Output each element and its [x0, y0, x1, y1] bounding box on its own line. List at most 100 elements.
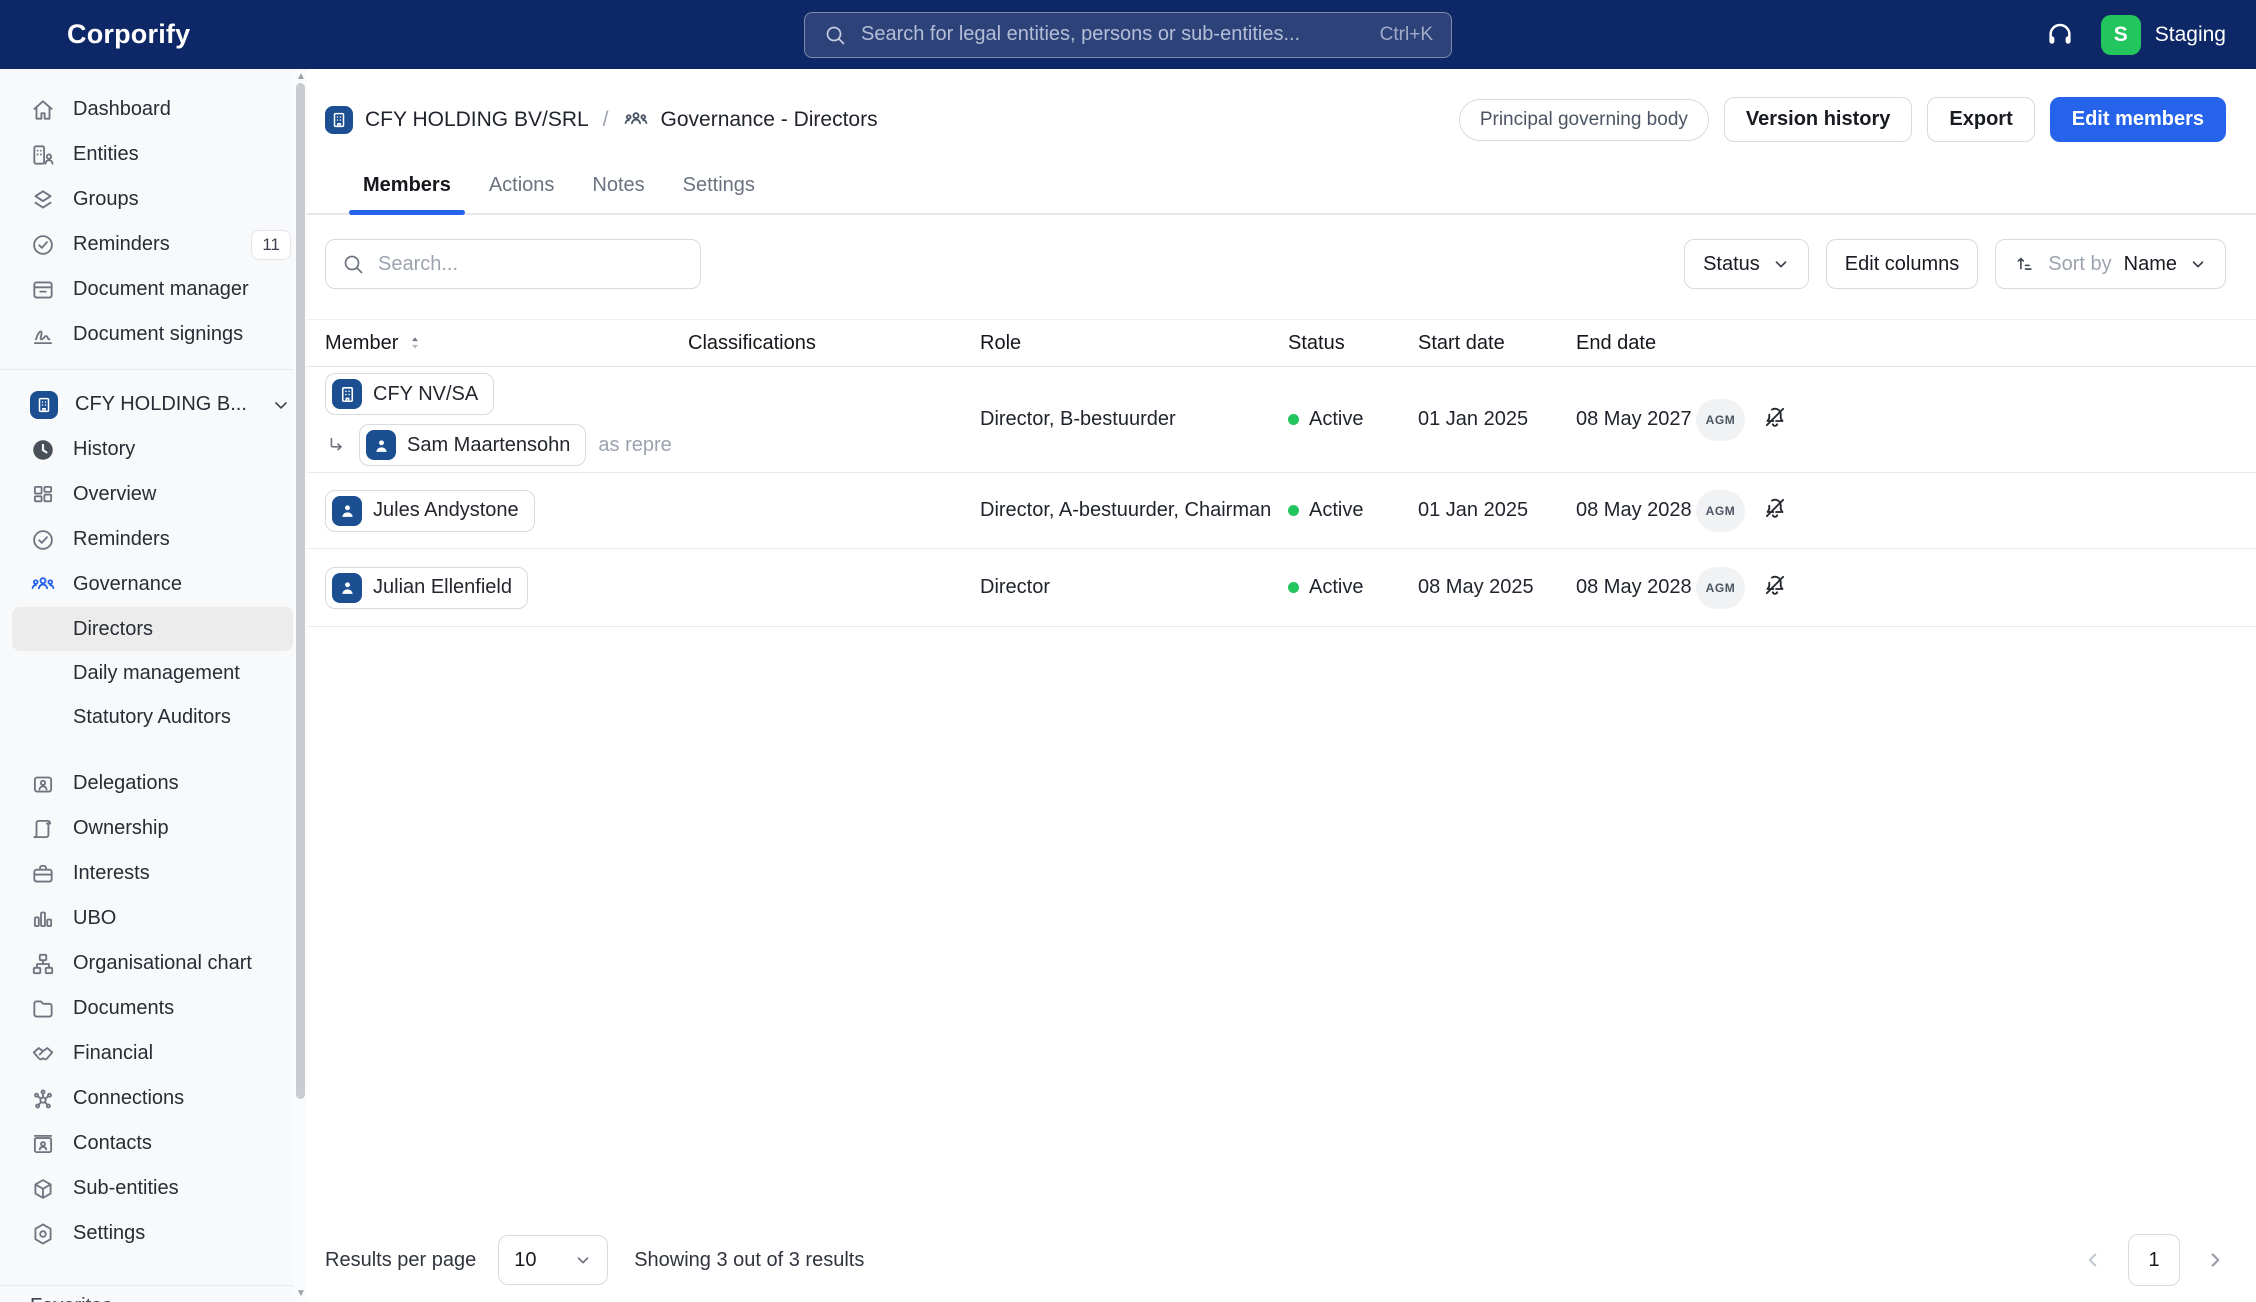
scrollbar-down-arrow[interactable]: ▼: [296, 1289, 305, 1299]
sidebar-item-label: History: [73, 438, 135, 461]
members-search-input[interactable]: [378, 253, 685, 276]
member-chip-person[interactable]: Julian Ellenfield: [325, 567, 528, 609]
main-content: CFY HOLDING BV/SRL / Governance - Direct…: [307, 69, 2256, 1302]
edit-columns-button[interactable]: Edit columns: [1826, 239, 1979, 289]
sidebar-item-reminders[interactable]: Reminders 11: [0, 222, 307, 267]
sort-by-dropdown[interactable]: Sort by Name: [1995, 239, 2226, 289]
headset-icon[interactable]: [2045, 20, 2075, 50]
handshake-icon: [30, 1041, 56, 1067]
sidebar-entity-switcher[interactable]: CFY HOLDING B...: [0, 382, 307, 427]
sidebar-item-settings[interactable]: Settings: [0, 1211, 307, 1256]
sidebar-favorites-section[interactable]: Favorites: [0, 1285, 293, 1302]
version-history-button[interactable]: Version history: [1724, 97, 1913, 142]
search-shortcut: Ctrl+K: [1380, 24, 1433, 46]
sidebar-item-dashboard[interactable]: Dashboard: [0, 87, 307, 132]
groups-icon: [30, 187, 56, 213]
tab-actions[interactable]: Actions: [475, 166, 569, 213]
members-search[interactable]: [325, 239, 701, 289]
cell-end-date: 08 May 2027: [1576, 408, 1696, 431]
sidebar-item-groups[interactable]: Groups: [0, 177, 307, 222]
column-header-status: Status: [1288, 332, 1418, 355]
next-page-button[interactable]: [2204, 1249, 2226, 1271]
export-button[interactable]: Export: [1927, 97, 2034, 142]
sidebar-item-documents[interactable]: Documents: [0, 986, 307, 1031]
sidebar-item-label: Document signings: [73, 323, 243, 346]
sidebar-item-ubo[interactable]: UBO: [0, 896, 307, 941]
cube-icon: [30, 1176, 56, 1202]
sidebar-item-sub-entities[interactable]: Sub-entities: [0, 1166, 307, 1211]
sidebar-item-connections[interactable]: Connections: [0, 1076, 307, 1121]
chevron-left-icon: [2082, 1249, 2104, 1271]
governance-people-icon: [623, 107, 649, 133]
principal-governing-body-chip: Principal governing body: [1459, 99, 1709, 141]
sidebar-item-entity-reminders[interactable]: Reminders: [0, 517, 307, 562]
table-footer: Results per page 10 Showing 3 out of 3 r…: [325, 1234, 2226, 1286]
sidebar-item-delegations[interactable]: Delegations: [0, 761, 307, 806]
check-circle-icon: [30, 527, 56, 553]
sidebar-item-history[interactable]: History: [0, 427, 307, 472]
sort-arrows-icon: [406, 334, 424, 352]
representative-chip-person[interactable]: Sam Maartensohn: [359, 424, 586, 466]
page-number-button[interactable]: 1: [2128, 1234, 2180, 1286]
cell-end-date: 08 May 2028: [1576, 576, 1696, 599]
settings-icon: [30, 1221, 56, 1247]
column-header-end-date: End date: [1576, 332, 1696, 355]
scrollbar-up-arrow[interactable]: ▲: [296, 72, 305, 82]
sidebar-scrollbar-thumb[interactable]: [296, 83, 305, 1099]
sidebar-item-label: Documents: [73, 997, 174, 1020]
sidebar-item-contacts[interactable]: Contacts: [0, 1121, 307, 1166]
tab-notes[interactable]: Notes: [578, 166, 658, 213]
chevron-right-icon: [2204, 1249, 2226, 1271]
sidebar-item-organisational-chart[interactable]: Organisational chart: [0, 941, 307, 986]
sidebar-item-document-manager[interactable]: Document manager: [0, 267, 307, 312]
sidebar-item-label: Interests: [73, 862, 150, 885]
document-manager-icon: [30, 277, 56, 303]
chevron-down-icon: [2189, 255, 2207, 273]
topbar: Corporify Ctrl+K S Staging: [0, 0, 2256, 69]
global-search[interactable]: Ctrl+K: [804, 12, 1452, 58]
sidebar-item-governance[interactable]: Governance: [0, 562, 307, 607]
bell-slash-icon[interactable]: [1762, 572, 1788, 598]
sidebar-item-financial[interactable]: Financial: [0, 1031, 307, 1076]
chevron-down-icon: [156, 1297, 176, 1302]
breadcrumb: CFY HOLDING BV/SRL / Governance - Direct…: [325, 106, 878, 134]
bell-slash-icon[interactable]: [1762, 404, 1788, 430]
table-row: CFY NV/SA Sam Maartensohn as repre: [307, 367, 2256, 473]
sort-icon: [2014, 253, 2036, 275]
sidebar-item-label: Governance: [73, 573, 182, 596]
table-row: Julian Ellenfield Director Active 08 May…: [307, 549, 2256, 627]
pagination: 1: [2082, 1234, 2226, 1286]
member-chip-person[interactable]: Jules Andystone: [325, 490, 535, 532]
brand[interactable]: Corporify: [30, 19, 190, 50]
sidebar-item-label: UBO: [73, 907, 116, 930]
sidebar-scrollbar[interactable]: ▲ ▼: [294, 69, 307, 1302]
cell-role: Director, B-bestuurder: [980, 408, 1288, 431]
sidebar-item-document-signings[interactable]: Document signings: [0, 312, 307, 357]
search-icon: [341, 252, 365, 276]
sidebar-item-directors[interactable]: Directors: [12, 607, 293, 651]
edit-members-button[interactable]: Edit members: [2050, 97, 2226, 142]
sidebar-divider: [0, 369, 307, 370]
home-icon: [30, 97, 56, 123]
tab-members[interactable]: Members: [349, 166, 465, 213]
sidebar-item-overview[interactable]: Overview: [0, 472, 307, 517]
tab-settings[interactable]: Settings: [669, 166, 769, 213]
sidebar-item-statutory-auditors[interactable]: Statutory Auditors: [0, 695, 307, 739]
column-header-classifications: Classifications: [688, 332, 980, 355]
previous-page-button[interactable]: [2082, 1249, 2104, 1271]
member-chip-entity[interactable]: CFY NV/SA: [325, 373, 494, 415]
status-dot: [1288, 505, 1299, 516]
breadcrumb-entity-link[interactable]: CFY HOLDING BV/SRL: [365, 108, 589, 132]
global-search-input[interactable]: [861, 23, 1366, 46]
sidebar-item-interests[interactable]: Interests: [0, 851, 307, 896]
status-filter-dropdown[interactable]: Status: [1684, 239, 1809, 289]
user-avatar[interactable]: S: [2101, 15, 2141, 55]
column-header-role: Role: [980, 332, 1288, 355]
sidebar-item-entities[interactable]: Entities: [0, 132, 307, 177]
org-chart-icon: [30, 951, 56, 977]
results-per-page-select[interactable]: 10: [498, 1235, 608, 1285]
column-header-member[interactable]: Member: [325, 332, 688, 355]
sidebar-item-daily-management[interactable]: Daily management: [0, 651, 307, 695]
sidebar-item-ownership[interactable]: Ownership: [0, 806, 307, 851]
bell-slash-icon[interactable]: [1762, 495, 1788, 521]
